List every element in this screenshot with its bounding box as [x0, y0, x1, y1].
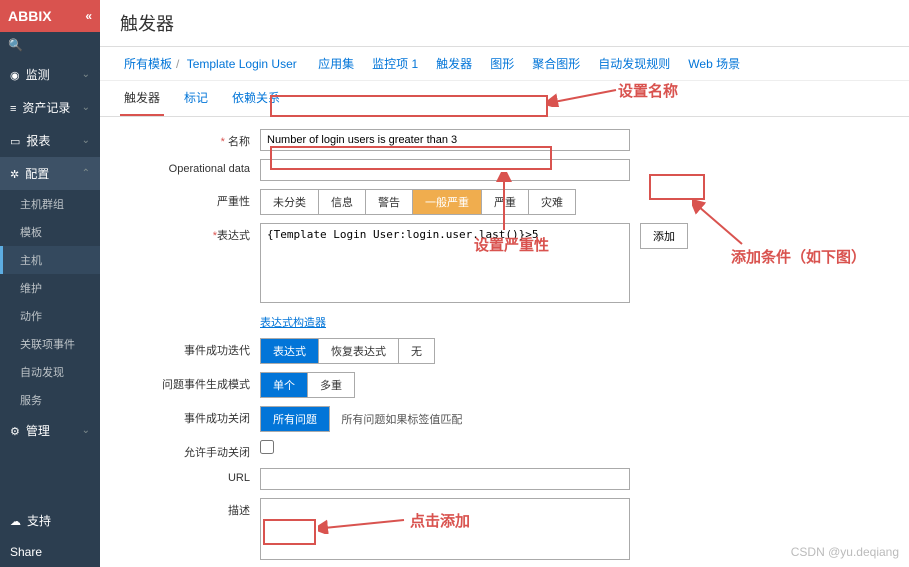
crumb-screens[interactable]: 聚合图形: [532, 57, 580, 71]
page-title: 触发器: [120, 10, 889, 36]
expression-label: *表达式: [120, 223, 260, 243]
expression-builder-link[interactable]: 表达式构造器: [260, 317, 326, 329]
ok-iter-expression[interactable]: 表达式: [261, 339, 319, 363]
ok-iter-none[interactable]: 无: [399, 339, 434, 363]
trigger-form: * 名称 Operational data 严重性 未分类 信息 警告 一般严重…: [100, 117, 909, 567]
ok-iter-label: 事件成功迭代: [120, 338, 260, 358]
nav-configuration[interactable]: ✲ 配置 ⌃: [0, 157, 100, 190]
opdata-input[interactable]: [260, 159, 630, 181]
admin-icon: ⚙: [10, 426, 20, 438]
opdata-label: Operational data: [120, 159, 260, 175]
nav-monitoring[interactable]: ◉ 监测 ⌄: [0, 58, 100, 91]
name-input[interactable]: [260, 129, 630, 151]
main-content: 触发器 所有模板/ Template Login User 应用集 监控项 1 …: [100, 0, 909, 567]
nav-sub-hostgroups[interactable]: 主机群组: [0, 190, 100, 218]
severity-selector: 未分类 信息 警告 一般严重 严重 灾难: [260, 189, 576, 215]
breadcrumb: 所有模板/ Template Login User 应用集 监控项 1 触发器 …: [100, 47, 909, 81]
tab-dependencies[interactable]: 依赖关系: [228, 81, 284, 116]
ok-iter-recovery[interactable]: 恢复表达式: [319, 339, 399, 363]
manual-close-checkbox[interactable]: [260, 440, 274, 454]
cloud-icon: ☁: [10, 516, 21, 528]
crumb-items[interactable]: 监控项 1: [372, 57, 418, 71]
severity-warning[interactable]: 警告: [366, 190, 413, 214]
url-input[interactable]: [260, 468, 630, 490]
crumb-triggers[interactable]: 触发器: [436, 57, 472, 71]
nav-share[interactable]: Share: [0, 537, 100, 567]
nav-sub-actions[interactable]: 动作: [0, 302, 100, 330]
manual-close-label: 允许手动关闭: [120, 440, 260, 460]
url-label: URL: [120, 468, 260, 484]
nav-sub-hosts[interactable]: 主机: [0, 246, 100, 274]
nav-sub-maintenance[interactable]: 维护: [0, 274, 100, 302]
problem-mode-single[interactable]: 单个: [261, 373, 308, 397]
crumb-applications[interactable]: 应用集: [318, 57, 354, 71]
nav-sub-templates[interactable]: 模板: [0, 218, 100, 246]
problem-mode-selector: 单个 多重: [260, 372, 355, 398]
nav-label: 管理: [26, 424, 50, 438]
crumb-web-scenarios[interactable]: Web 场景: [688, 57, 740, 71]
severity-high[interactable]: 严重: [482, 190, 529, 214]
chevron-up-icon: ⌃: [82, 168, 90, 179]
nav-sub-discovery[interactable]: 自动发现: [0, 358, 100, 386]
tabs: 触发器 标记 依赖关系: [100, 81, 909, 117]
crumb-all-templates[interactable]: 所有模板: [124, 57, 172, 71]
chevron-down-icon: ⌄: [82, 425, 90, 436]
severity-label: 严重性: [120, 189, 260, 209]
ok-close-note: 所有问题如果标签值匹配: [341, 414, 462, 426]
nav-label: 配置: [25, 167, 49, 181]
tab-trigger[interactable]: 触发器: [120, 81, 164, 116]
report-icon: ▭: [10, 136, 20, 148]
expression-textarea[interactable]: {Template Login User:login.user.last()}>…: [260, 223, 630, 303]
crumb-discovery-rules[interactable]: 自动发现规则: [598, 57, 670, 71]
page-header: 触发器: [100, 0, 909, 47]
nav-sub-correlation[interactable]: 关联项事件: [0, 330, 100, 358]
watermark: CSDN @yu.deqiang: [791, 545, 899, 559]
problem-mode-multiple[interactable]: 多重: [308, 373, 354, 397]
chevron-down-icon: ⌄: [82, 69, 90, 80]
gear-icon: ✲: [10, 169, 19, 181]
search-row[interactable]: 🔍: [0, 32, 100, 58]
ok-close-all[interactable]: 所有问题: [261, 407, 329, 431]
severity-average[interactable]: 一般严重: [413, 190, 482, 214]
nav-label: 报表: [26, 134, 50, 148]
nav-label: 监测: [26, 68, 50, 82]
sidebar: ABBIX « 🔍 ◉ 监测 ⌄ ≡ 资产记录 ⌄ ▭ 报表 ⌄ ✲ 配置 ⌃ 主机群组…: [0, 0, 100, 567]
description-textarea[interactable]: [260, 498, 630, 560]
nav-reports[interactable]: ▭ 报表 ⌄: [0, 124, 100, 157]
severity-disaster[interactable]: 灾难: [529, 190, 575, 214]
logo-text: ABBIX: [8, 8, 52, 24]
list-icon: ≡: [10, 103, 16, 115]
nav-label: Share: [10, 545, 42, 559]
chevron-down-icon: ⌄: [82, 102, 90, 113]
severity-not-classified[interactable]: 未分类: [261, 190, 319, 214]
nav-label: 支持: [27, 514, 51, 528]
expression-add-button[interactable]: 添加: [640, 223, 688, 249]
description-label: 描述: [120, 498, 260, 518]
logo: ABBIX «: [0, 0, 100, 32]
nav-label: 资产记录: [22, 101, 70, 115]
tab-tags[interactable]: 标记: [180, 81, 212, 116]
chevron-down-icon: ⌄: [82, 135, 90, 146]
ok-iter-selector: 表达式 恢复表达式 无: [260, 338, 435, 364]
crumb-graphs[interactable]: 图形: [490, 57, 514, 71]
collapse-icon[interactable]: «: [85, 9, 92, 23]
nav-administration[interactable]: ⚙ 管理 ⌄: [0, 414, 100, 447]
ok-close-label: 事件成功关闭: [120, 406, 260, 426]
monitor-icon: ◉: [10, 70, 20, 82]
ok-close-selector: 所有问题: [260, 406, 330, 432]
crumb-template[interactable]: Template Login User: [187, 57, 297, 71]
nav-sub-services[interactable]: 服务: [0, 386, 100, 414]
problem-mode-label: 问题事件生成模式: [120, 372, 260, 392]
name-label: * 名称: [120, 129, 260, 149]
severity-information[interactable]: 信息: [319, 190, 366, 214]
nav-support[interactable]: ☁ 支持: [0, 504, 100, 537]
nav-inventory[interactable]: ≡ 资产记录 ⌄: [0, 91, 100, 124]
